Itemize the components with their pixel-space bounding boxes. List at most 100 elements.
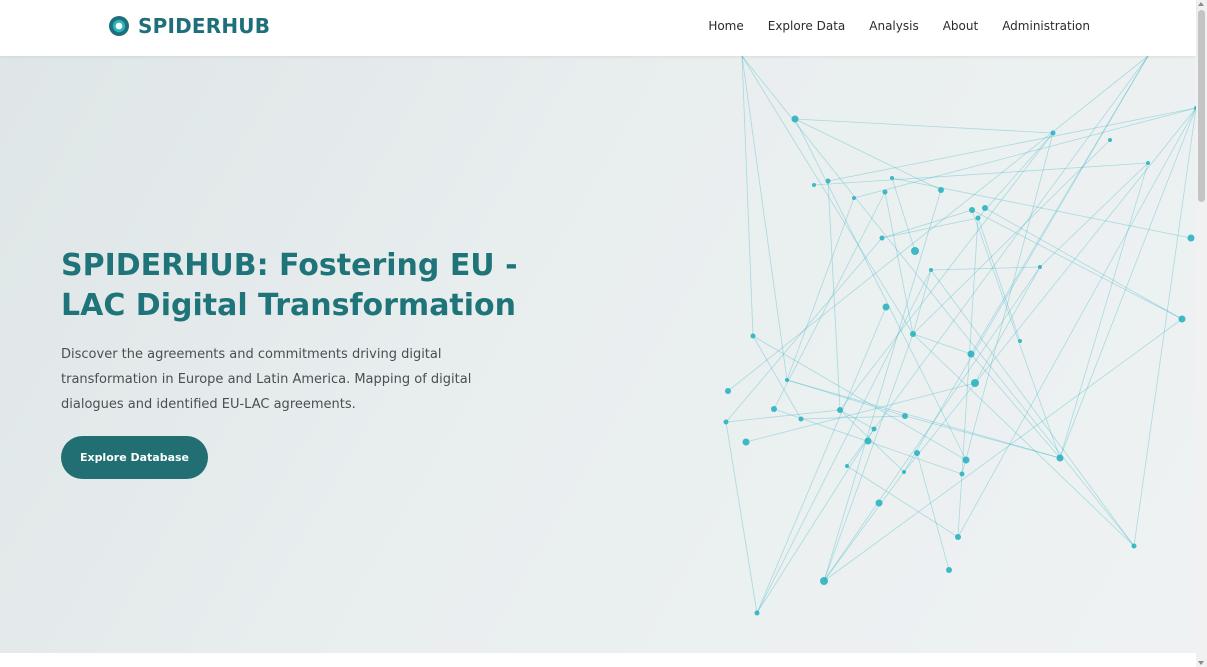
network-node	[1131, 543, 1137, 549]
network-edge	[904, 415, 1061, 459]
network-edge	[756, 428, 875, 614]
network-node	[902, 470, 906, 474]
network-node	[975, 215, 981, 221]
network-node	[929, 268, 933, 272]
network-node	[962, 456, 970, 464]
network-node	[914, 450, 920, 456]
network-edge	[846, 56, 1149, 467]
network-node	[723, 419, 729, 425]
network-node	[785, 378, 789, 382]
network-edge	[786, 379, 1061, 459]
network-node	[825, 178, 831, 184]
network-node	[812, 183, 816, 187]
network-node	[725, 388, 731, 394]
network-node	[911, 247, 919, 255]
network-edge	[725, 421, 758, 614]
network-node	[820, 577, 828, 585]
network-node	[971, 379, 979, 387]
hero-content: SPIDERHUB: Fostering EU - LAC Digital Tr…	[61, 246, 521, 417]
network-edge	[725, 237, 883, 423]
network-edge	[794, 118, 942, 191]
network-edge	[881, 217, 979, 239]
network-edge	[903, 56, 1149, 473]
top-navbar: SPIDERHUB Home Explore Data Analysis Abo…	[0, 0, 1196, 56]
network-node	[791, 115, 799, 123]
nav-item-analysis[interactable]: Analysis	[869, 19, 918, 33]
hero-description: Discover the agreements and commitments …	[61, 347, 472, 412]
network-node	[1050, 130, 1056, 136]
network-edge	[891, 177, 916, 252]
network-edge	[912, 333, 1135, 547]
network-edge	[745, 382, 976, 443]
network-node	[875, 499, 883, 507]
network-node	[938, 187, 944, 193]
main-nav: Home Explore Data Analysis About Adminis…	[708, 19, 1090, 33]
hero-title: SPIDERHUB: Fostering EU - LAC Digital Tr…	[61, 248, 518, 323]
network-edge	[839, 132, 1054, 411]
page-scrollbar[interactable]	[1196, 0, 1207, 667]
network-edge	[974, 266, 1041, 384]
network-node	[742, 438, 750, 446]
network-edge	[884, 191, 914, 335]
network-edge	[1059, 107, 1196, 459]
network-edge	[823, 318, 1183, 582]
network-node	[890, 176, 894, 180]
network-node	[852, 196, 856, 200]
network-edge	[741, 56, 914, 335]
nav-item-explore-data[interactable]: Explore Data	[768, 19, 846, 33]
nav-item-about[interactable]: About	[943, 19, 978, 33]
network-node	[754, 610, 760, 616]
network-edge	[752, 335, 802, 420]
chevron-up-icon[interactable]	[1198, 2, 1204, 6]
nav-item-administration[interactable]: Administration	[1002, 19, 1090, 33]
chevron-down-icon[interactable]	[1198, 661, 1204, 665]
nav-item-home[interactable]: Home	[708, 19, 743, 33]
scrollbar-thumb[interactable]	[1198, 10, 1205, 202]
network-edge	[1059, 162, 1149, 459]
brand-logo[interactable]: SPIDERHUB	[108, 14, 270, 38]
network-node	[771, 406, 777, 412]
network-edge	[853, 107, 1196, 199]
network-edge	[773, 191, 886, 410]
network-edge	[756, 269, 932, 614]
network-node	[798, 416, 804, 422]
hero-section: SPIDERHUB: Fostering EU - LAC Digital Tr…	[0, 56, 1196, 653]
network-node	[871, 426, 877, 432]
network-node	[959, 471, 965, 477]
ring-logo-icon	[109, 16, 129, 36]
network-node	[946, 567, 952, 573]
network-node	[955, 534, 961, 540]
network-node	[882, 189, 888, 195]
network-node	[1108, 138, 1112, 142]
network-node	[882, 303, 890, 311]
network-edge	[827, 180, 841, 411]
network-edge	[786, 197, 855, 381]
network-node	[845, 464, 849, 468]
network-node	[750, 333, 756, 339]
network-node	[1187, 234, 1195, 242]
network-edge	[794, 118, 1054, 134]
network-node	[967, 350, 975, 358]
network-node	[910, 331, 916, 337]
explore-database-button[interactable]: Explore Database	[61, 436, 208, 479]
network-node	[864, 437, 872, 445]
page: SPIDERHUB Home Explore Data Analysis Abo…	[0, 0, 1207, 667]
network-edge	[1039, 162, 1149, 268]
network-node	[902, 413, 908, 419]
network-node	[1056, 454, 1064, 462]
network-edge	[912, 269, 932, 335]
network-node	[837, 407, 843, 413]
network-edge	[970, 353, 1061, 459]
network-node	[969, 207, 975, 213]
network-edge	[881, 209, 973, 239]
network-edge	[741, 56, 1135, 547]
network-edge	[823, 333, 914, 582]
network-edge	[957, 217, 979, 538]
network-node	[1178, 315, 1186, 323]
network-edge	[823, 189, 942, 582]
network-edge	[916, 452, 950, 571]
network-node	[1018, 339, 1022, 343]
network-node	[982, 205, 988, 211]
network-node	[1038, 265, 1042, 269]
brand-name: SPIDERHUB	[138, 14, 271, 38]
